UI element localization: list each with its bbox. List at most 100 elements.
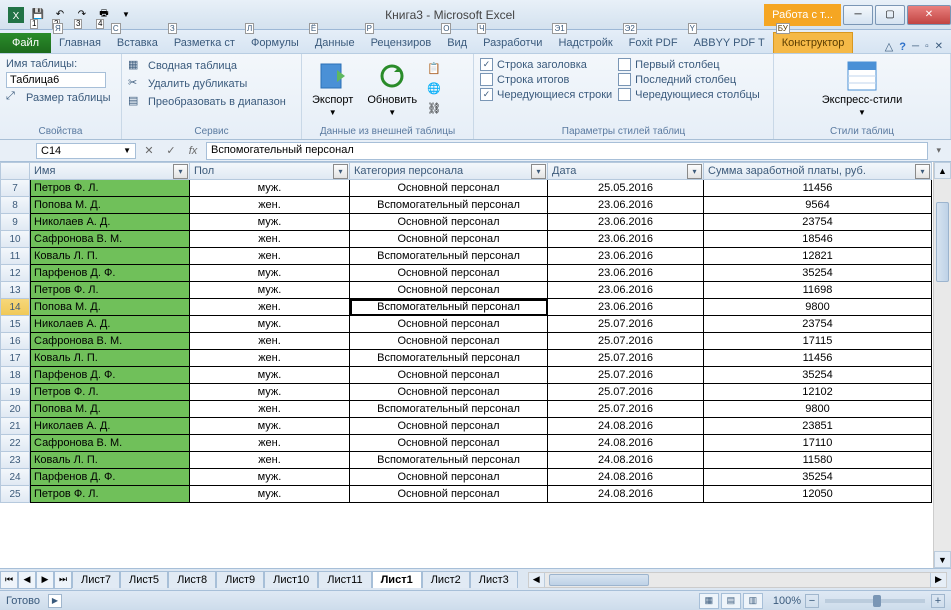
tab-данные[interactable]: ЁДанные — [307, 33, 363, 53]
table-row[interactable]: 25Петров Ф. Л.муж.Основной персонал24.08… — [0, 486, 933, 503]
cell-gender[interactable]: муж. — [190, 469, 350, 486]
cell-name[interactable]: Парфенов Д. Ф. — [30, 265, 190, 282]
table-row[interactable]: 22Сафронова В. М.жен.Основной персонал24… — [0, 435, 933, 452]
table-row[interactable]: 7Петров Ф. Л.муж.Основной персонал25.05.… — [0, 180, 933, 197]
remove-duplicates-button[interactable]: ✂Удалить дубликаты — [128, 76, 286, 92]
cell-category[interactable]: Основной персонал — [350, 265, 548, 282]
sheet-tab[interactable]: Лист5 — [120, 571, 168, 588]
close-button[interactable]: ✕ — [907, 5, 951, 25]
namebox-dropdown-icon[interactable]: ▼ — [123, 146, 131, 155]
column-header-category[interactable]: Категория персонала▾ — [350, 162, 548, 180]
help-icon[interactable]: ? — [899, 41, 906, 53]
cell-category[interactable]: Вспомогательный персонал — [350, 197, 548, 214]
table-row[interactable]: 9Николаев А. Д.муж.Основной персонал23.0… — [0, 214, 933, 231]
header-row-checkbox[interactable]: ✓Строка заголовка — [480, 58, 612, 71]
cell-name[interactable]: Николаев А. Д. — [30, 418, 190, 435]
cell-name[interactable]: Петров Ф. Л. — [30, 282, 190, 299]
cell-sum[interactable]: 9800 — [704, 299, 932, 316]
vertical-scrollbar[interactable]: ▲ ▼ — [933, 162, 951, 568]
cell-name[interactable]: Коваль Л. П. — [30, 248, 190, 265]
cell-gender[interactable]: жен. — [190, 248, 350, 265]
row-header[interactable]: 9 — [0, 214, 30, 231]
qat-dropdown-icon[interactable]: ▼ — [116, 5, 136, 25]
cell-gender[interactable]: муж. — [190, 367, 350, 384]
page-layout-view-button[interactable]: ▤ — [721, 593, 741, 609]
cell-gender[interactable]: муж. — [190, 418, 350, 435]
cell-date[interactable]: 24.08.2016 — [548, 486, 704, 503]
cell-sum[interactable]: 17110 — [704, 435, 932, 452]
cell-date[interactable]: 25.07.2016 — [548, 333, 704, 350]
excel-icon[interactable]: X — [6, 5, 26, 25]
table-row[interactable]: 24Парфенов Д. Ф.муж.Основной персонал24.… — [0, 469, 933, 486]
table-name-input[interactable] — [6, 72, 106, 88]
cell-name[interactable]: Парфенов Д. Ф. — [30, 367, 190, 384]
row-header[interactable]: 21 — [0, 418, 30, 435]
page-break-view-button[interactable]: ▥ — [743, 593, 763, 609]
quick-styles-button[interactable]: Экспресс-стили▼ — [818, 58, 906, 124]
table-row[interactable]: 16Сафронова В. М.жен.Основной персонал25… — [0, 333, 933, 350]
tab-foxit pdf[interactable]: Э2Foxit PDF — [621, 33, 686, 53]
cell-name[interactable]: Николаев А. Д. — [30, 214, 190, 231]
doc-restore-icon[interactable]: ▫ — [925, 41, 929, 52]
banded-rows-checkbox[interactable]: ✓Чередующиеся строки — [480, 88, 612, 101]
cell-sum[interactable]: 17115 — [704, 333, 932, 350]
cell-gender[interactable]: муж. — [190, 384, 350, 401]
column-header-date[interactable]: Дата▾ — [548, 162, 704, 180]
qat-redo-icon[interactable]: ↷3 — [72, 5, 92, 25]
macro-record-icon[interactable]: ▶ — [48, 594, 62, 608]
tab-разметка ст[interactable]: ЗРазметка ст — [166, 33, 243, 53]
cell-category[interactable]: Основной персонал — [350, 333, 548, 350]
cell-date[interactable]: 23.06.2016 — [548, 248, 704, 265]
last-col-checkbox[interactable]: Последний столбец — [618, 73, 760, 86]
cell-sum[interactable]: 12102 — [704, 384, 932, 401]
cell-name[interactable]: Попова М. Д. — [30, 197, 190, 214]
table-row[interactable]: 18Парфенов Д. Ф.муж.Основной персонал25.… — [0, 367, 933, 384]
zoom-slider[interactable] — [825, 599, 925, 603]
unlink-icon[interactable]: ⛓ — [427, 102, 443, 118]
scroll-down-icon[interactable]: ▼ — [934, 551, 951, 568]
zoom-out-button[interactable]: − — [805, 594, 819, 608]
cell-name[interactable]: Николаев А. Д. — [30, 316, 190, 333]
formula-bar[interactable]: Вспомогательный персонал — [206, 142, 928, 160]
sheet-tab[interactable]: Лист8 — [168, 571, 216, 588]
doc-close-icon[interactable]: ✕ — [935, 41, 943, 52]
horizontal-scrollbar[interactable]: ◀ ▶ — [528, 572, 947, 588]
cell-gender[interactable]: жен. — [190, 333, 350, 350]
cell-date[interactable]: 23.06.2016 — [548, 197, 704, 214]
cell-category[interactable]: Основной персонал — [350, 435, 548, 452]
tab-designer[interactable]: БУКонструктор — [773, 32, 854, 53]
cell-date[interactable]: 25.07.2016 — [548, 316, 704, 333]
total-row-checkbox[interactable]: Строка итогов — [480, 73, 612, 86]
cell-name[interactable]: Сафронова В. М. — [30, 435, 190, 452]
browser-icon[interactable]: 🌐 — [427, 82, 443, 98]
sheet-nav-last[interactable]: ⏭ — [54, 571, 72, 589]
row-header[interactable]: 20 — [0, 401, 30, 418]
sheet-nav-next[interactable]: ▶ — [36, 571, 54, 589]
first-col-checkbox[interactable]: Первый столбец — [618, 58, 760, 71]
cell-category[interactable]: Основной персонал — [350, 469, 548, 486]
cell-date[interactable]: 23.06.2016 — [548, 214, 704, 231]
row-header[interactable]: 14 — [0, 299, 30, 316]
cell-name[interactable]: Петров Ф. Л. — [30, 486, 190, 503]
filter-button-category[interactable]: ▾ — [531, 164, 546, 179]
cell-category[interactable]: Основной персонал — [350, 316, 548, 333]
cell-gender[interactable]: муж. — [190, 265, 350, 282]
sheet-nav-first[interactable]: ⏮ — [0, 571, 18, 589]
tab-разработчи[interactable]: ЧРазработчи — [475, 33, 550, 53]
sheet-tab[interactable]: Лист11 — [318, 571, 371, 588]
cell-category[interactable]: Вспомогательный персонал — [350, 350, 548, 367]
table-row[interactable]: 12Парфенов Д. Ф.муж.Основной персонал23.… — [0, 265, 933, 282]
scroll-right-icon[interactable]: ▶ — [930, 573, 946, 587]
doc-minimize-icon[interactable]: ─ — [912, 41, 919, 52]
table-row[interactable]: 13Петров Ф. Л.муж.Основной персонал23.06… — [0, 282, 933, 299]
table-row[interactable]: 15Николаев А. Д.муж.Основной персонал25.… — [0, 316, 933, 333]
cell-category[interactable]: Основной персонал — [350, 384, 548, 401]
tab-формулы[interactable]: ЛФормулы — [243, 33, 307, 53]
cell-gender[interactable]: жен. — [190, 299, 350, 316]
cell-sum[interactable]: 18546 — [704, 231, 932, 248]
row-header[interactable]: 17 — [0, 350, 30, 367]
worksheet[interactable]: Имя▾ Пол▾ Категория персонала▾ Дата▾ Сум… — [0, 162, 933, 568]
minimize-ribbon-icon[interactable]: △ — [885, 40, 893, 53]
scroll-left-icon[interactable]: ◀ — [529, 573, 545, 587]
tab-надстройк[interactable]: Э1Надстройк — [550, 33, 620, 53]
